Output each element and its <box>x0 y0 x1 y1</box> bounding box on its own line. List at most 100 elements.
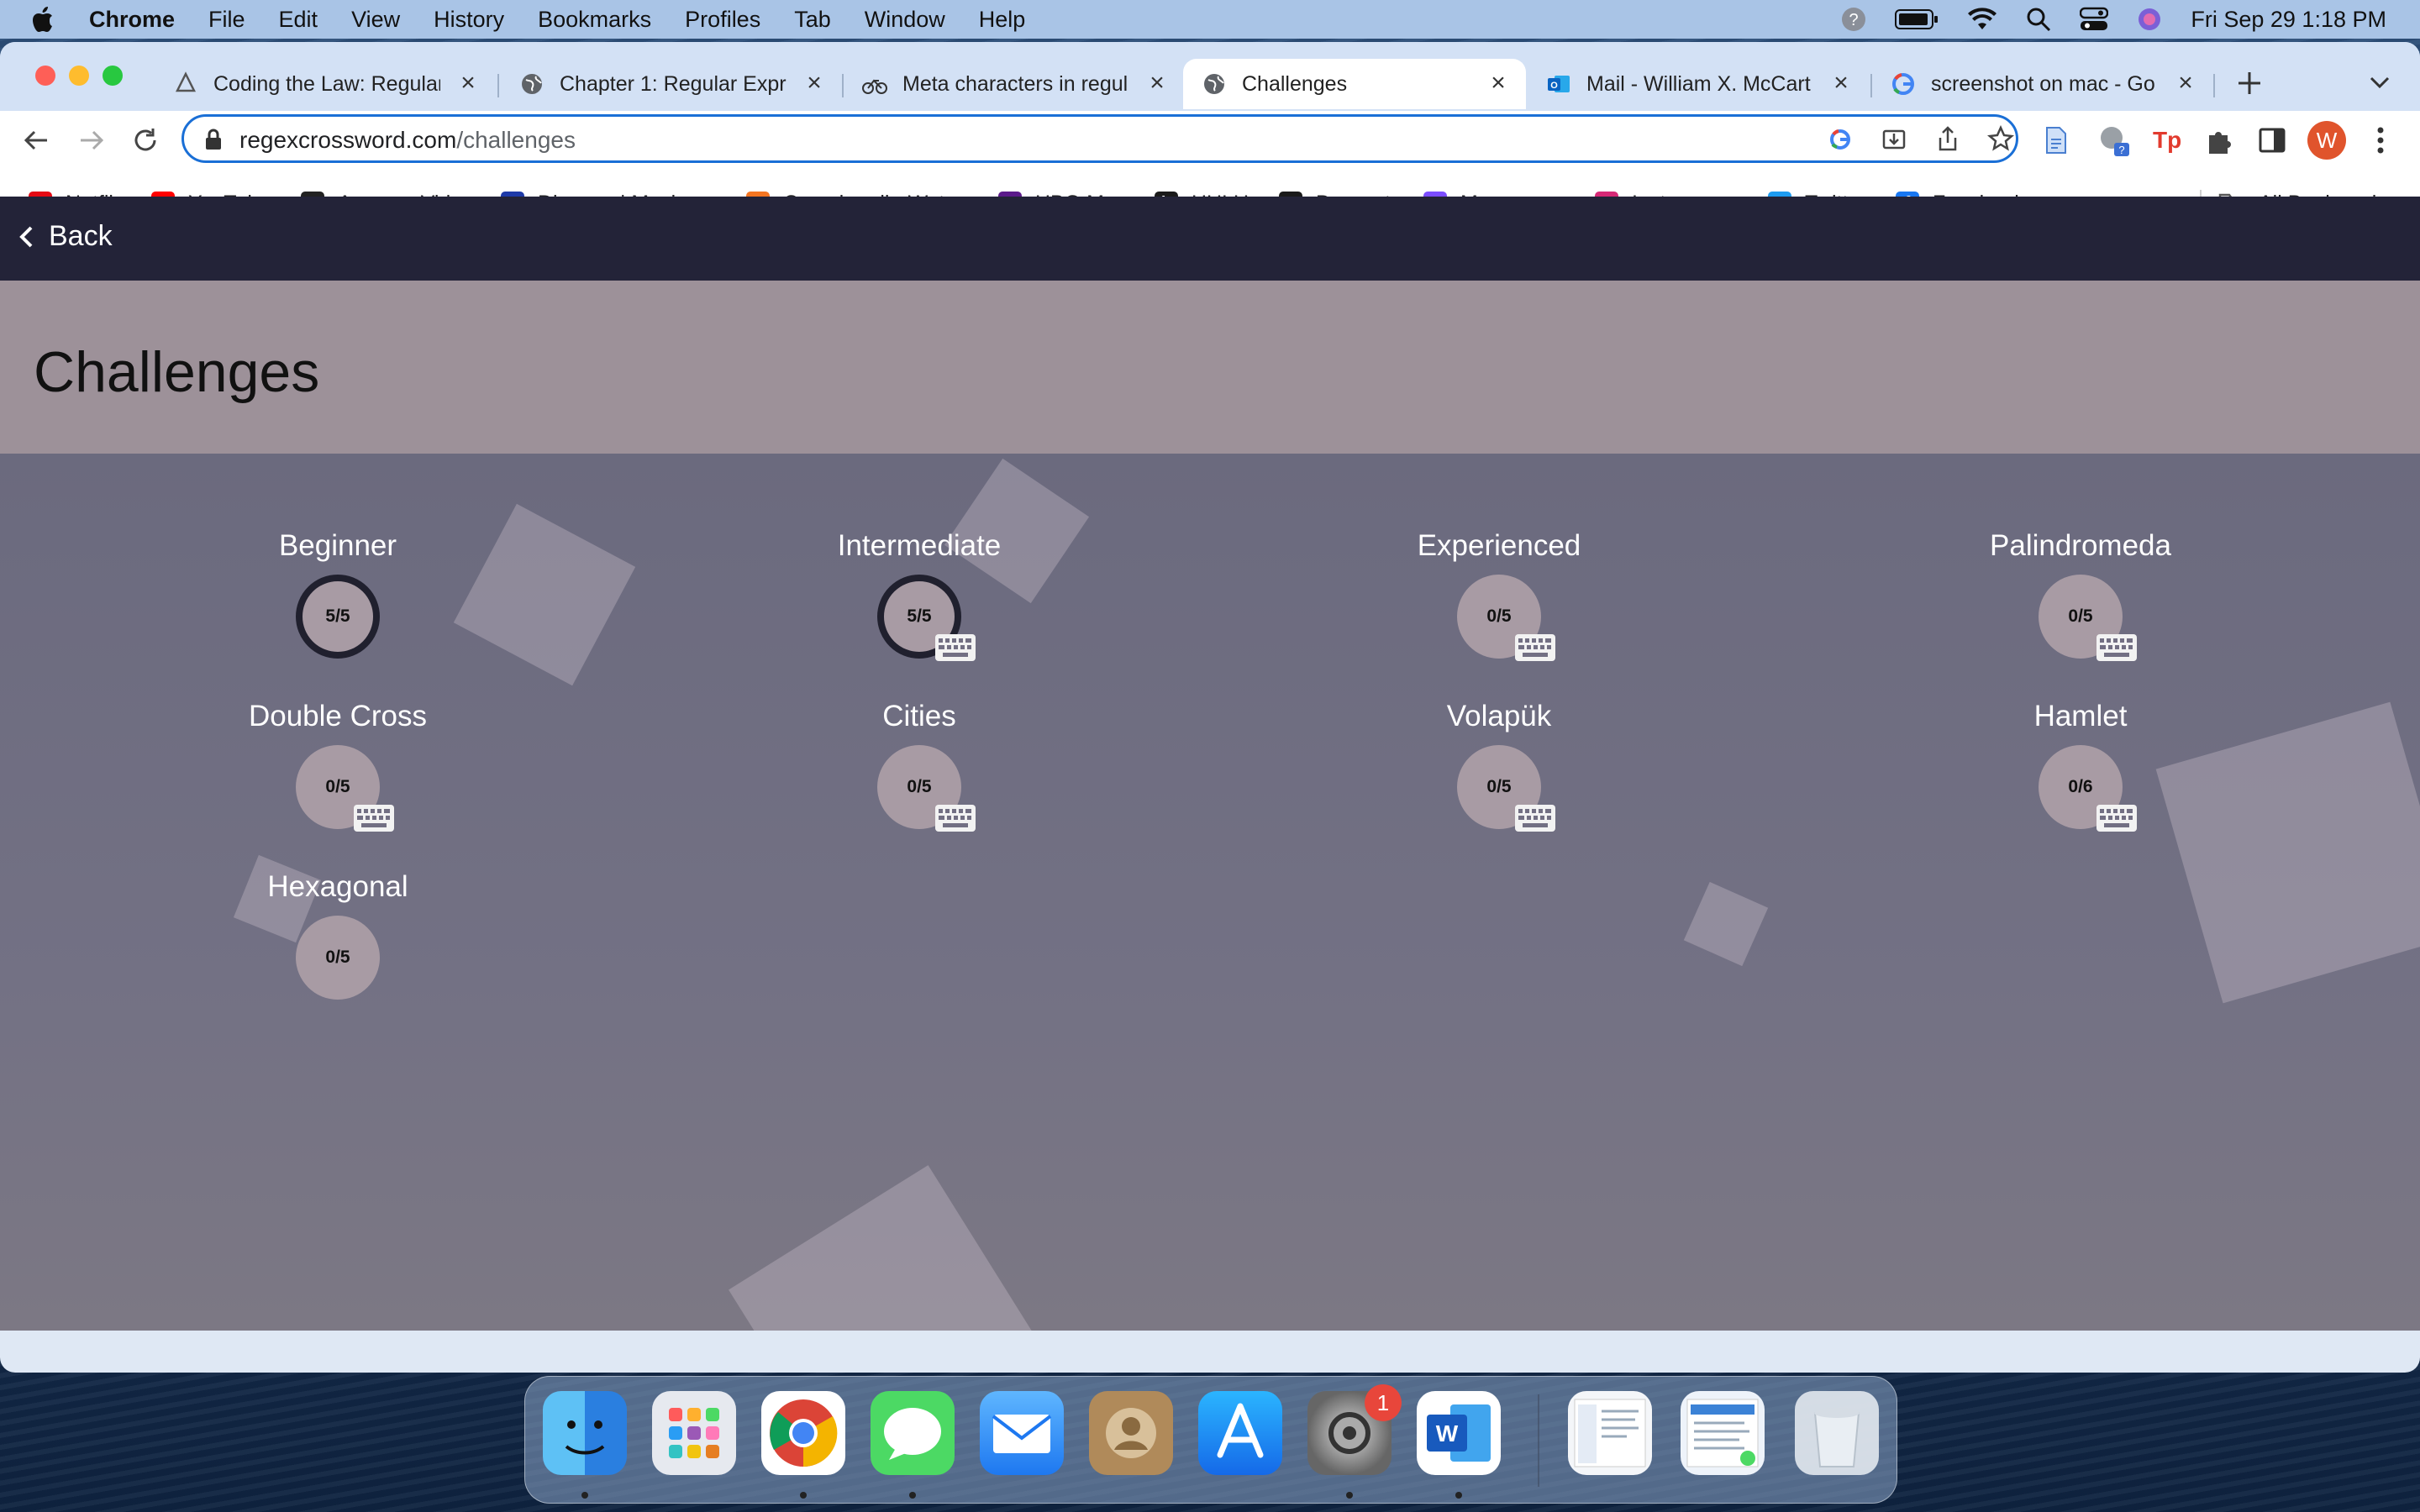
forward-arrow-icon[interactable] <box>77 128 106 153</box>
menu-tab[interactable]: Tab <box>794 7 831 33</box>
tab-mail[interactable]: O Mail - William X. McCart × <box>1528 59 1869 109</box>
side-panel-icon[interactable] <box>2259 128 2286 153</box>
share-icon[interactable] <box>1935 125 1960 152</box>
bike-icon <box>862 79 887 94</box>
chat-extension-icon[interactable]: ? <box>2097 124 2131 158</box>
decorative-square <box>1683 881 1769 967</box>
challenge-card-cities[interactable]: Cities 0/5 <box>768 700 1071 851</box>
contacts-icon[interactable] <box>1089 1391 1173 1475</box>
battery-icon[interactable] <box>1895 8 1939 30</box>
title-band: Challenges <box>0 281 2420 454</box>
word-icon[interactable]: W <box>1417 1391 1501 1475</box>
new-tab-icon[interactable] <box>2235 69 2264 97</box>
progress-indicator: 5/5 <box>296 575 380 659</box>
close-tab-icon[interactable]: × <box>1828 71 1854 96</box>
challenge-name: Cities <box>882 700 956 732</box>
lock-icon[interactable] <box>204 129 223 150</box>
challenge-card-palindromeda[interactable]: Palindromeda 0/5 <box>1929 529 2232 680</box>
chrome-icon[interactable] <box>761 1391 845 1475</box>
close-tab-icon[interactable]: × <box>1144 71 1170 96</box>
tab-challenges[interactable]: Challenges × <box>1183 59 1526 109</box>
tab-search-chevron-icon[interactable] <box>2368 74 2391 91</box>
running-indicator <box>1346 1492 1353 1499</box>
tp-extension-icon[interactable]: Tp <box>2151 126 2181 153</box>
install-app-icon[interactable] <box>1881 127 1907 152</box>
outlook-icon: O <box>1548 76 1570 92</box>
address-bar[interactable]: regexcrossword.com/challenges <box>182 114 2018 163</box>
svg-text:?: ? <box>1849 11 1859 29</box>
site-header: Back <box>0 197 2420 281</box>
close-tab-icon[interactable]: × <box>1486 71 1511 96</box>
tab-title: Meta characters in regul <box>902 71 1128 96</box>
google-icon <box>1892 73 1914 95</box>
close-tab-icon[interactable]: × <box>2173 71 2198 96</box>
close-tab-icon[interactable]: × <box>455 71 481 96</box>
challenge-card-hamlet[interactable]: Hamlet 0/6 <box>1929 700 2232 851</box>
close-tab-icon[interactable]: × <box>802 71 827 96</box>
bookmark-star-icon[interactable] <box>1987 125 2014 152</box>
window-close-button[interactable] <box>35 66 55 86</box>
menu-help[interactable]: Help <box>979 7 1026 33</box>
app-store-icon[interactable] <box>1198 1391 1282 1475</box>
challenge-card-hexagonal[interactable]: Hexagonal 0/5 <box>187 870 489 1021</box>
profile-avatar[interactable]: W <box>2307 121 2346 160</box>
challenge-card-experienced[interactable]: Experienced 0/5 <box>1348 529 1650 680</box>
challenge-card-double-cross[interactable]: Double Cross 0/5 <box>187 700 489 851</box>
control-center-icon[interactable] <box>2080 7 2109 32</box>
browser-toolbar: regexcrossword.com/challenges ? Tp W <box>0 111 2420 168</box>
tab-strip: Coding the Law: Regular × Chapter 1: Reg… <box>0 42 2420 111</box>
reload-icon[interactable] <box>131 126 160 155</box>
decorative-square <box>729 1165 1053 1331</box>
web-page: Back Challenges Beginner 5/5 Intermediate 5… <box>0 197 2420 1331</box>
svg-text:W: W <box>1436 1420 1459 1446</box>
more-menu-icon[interactable] <box>2375 126 2386 155</box>
running-indicator <box>909 1492 916 1499</box>
menu-edit[interactable]: Edit <box>279 7 318 33</box>
menu-history[interactable]: History <box>434 7 504 33</box>
running-indicator <box>1455 1492 1462 1499</box>
tab-google-search[interactable]: screenshot on mac - Go × <box>1872 59 2213 109</box>
challenge-name: Beginner <box>278 529 397 562</box>
window-minimize-button[interactable] <box>69 66 89 86</box>
menu-bar-clock[interactable]: Fri Sep 29 1:18 PM <box>2191 7 2386 33</box>
macos-menu-bar: Chrome File Edit View History Bookmarks … <box>0 0 2420 39</box>
menu-profiles[interactable]: Profiles <box>685 7 760 33</box>
tab-meta-characters[interactable]: Meta characters in regul × <box>844 59 1185 109</box>
challenge-card-intermediate[interactable]: Intermediate 5/5 <box>768 529 1071 680</box>
chevron-left-icon <box>19 226 33 247</box>
spotlight-search-icon[interactable] <box>2026 7 2051 32</box>
challenge-card-volap-k[interactable]: Volapük 0/5 <box>1348 700 1650 851</box>
screenshot-thumbnail-1[interactable] <box>1568 1391 1652 1475</box>
siri-icon[interactable] <box>2137 7 2162 32</box>
google-lens-icon[interactable] <box>1828 127 1853 152</box>
challenge-card-beginner[interactable]: Beginner 5/5 <box>187 529 489 680</box>
wifi-icon[interactable] <box>1967 8 1997 31</box>
window-zoom-button[interactable] <box>103 66 123 86</box>
menu-window[interactable]: Window <box>865 7 945 33</box>
dock-divider <box>1538 1394 1539 1487</box>
menu-file[interactable]: File <box>208 7 245 33</box>
running-indicator <box>581 1492 588 1499</box>
trash-icon[interactable] <box>1795 1391 1879 1475</box>
globe-icon <box>1204 74 1224 94</box>
tab-separator <box>497 74 499 97</box>
mail-icon[interactable] <box>980 1391 1064 1475</box>
finder-icon[interactable] <box>543 1391 627 1475</box>
menu-bookmarks[interactable]: Bookmarks <box>538 7 651 33</box>
docs-extension-icon[interactable] <box>2044 126 2069 155</box>
back-arrow-icon[interactable] <box>22 128 50 153</box>
launchpad-icon[interactable] <box>652 1391 736 1475</box>
tab-chapter-1[interactable]: Chapter 1: Regular Expre × <box>501 59 842 109</box>
back-link[interactable]: Back <box>18 220 113 253</box>
page-title: Challenges <box>34 340 320 404</box>
menu-view[interactable]: View <box>351 7 400 33</box>
url-text[interactable]: regexcrossword.com/challenges <box>239 127 576 154</box>
notification-badge: 1 <box>1365 1384 1402 1421</box>
screenshot-thumbnail-2[interactable] <box>1681 1391 1765 1475</box>
apple-logo-icon[interactable] <box>32 5 57 34</box>
menu-app-name[interactable]: Chrome <box>89 7 175 33</box>
messages-icon[interactable] <box>871 1391 955 1475</box>
extensions-puzzle-icon[interactable] <box>2205 126 2233 155</box>
help-status-icon[interactable]: ? <box>1841 7 1866 32</box>
tab-coding-the-law[interactable]: Coding the Law: Regular × <box>155 59 496 109</box>
